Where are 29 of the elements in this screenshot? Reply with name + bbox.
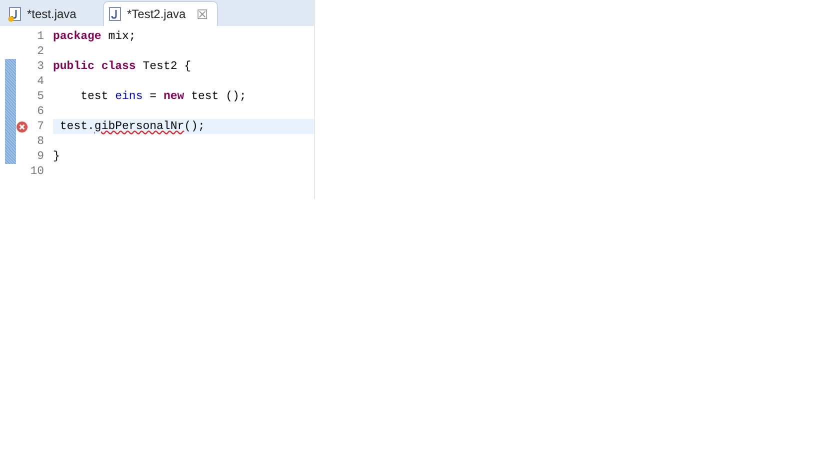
line-number: 6: [36, 105, 44, 118]
java-file-icon: [8, 6, 22, 22]
code-text: }: [53, 150, 60, 163]
line-number: 7: [36, 120, 44, 133]
code-text: test.: [58, 120, 94, 133]
line-number: 4: [36, 75, 44, 88]
code-text: ();: [184, 120, 205, 133]
line-number: 2: [36, 45, 44, 58]
line-number: 8: [36, 135, 44, 148]
line-number: 10: [29, 165, 44, 178]
keyword: new: [163, 90, 184, 103]
code-text: mix;: [107, 30, 136, 43]
error-text: gibPersonalNr: [94, 120, 184, 133]
code-text: test ();: [190, 90, 246, 103]
java-file-icon: [108, 6, 122, 22]
keyword: class: [100, 60, 136, 73]
line-number: 1: [36, 30, 44, 43]
code-text: test: [80, 90, 110, 103]
line-number: 5: [36, 90, 44, 103]
keyword: public: [53, 60, 94, 73]
editor-tab[interactable]: *test.java: [4, 2, 100, 26]
code-text: =: [148, 90, 158, 103]
close-icon[interactable]: ☒: [196, 6, 209, 22]
editor-tab[interactable]: *Test2.java ☒: [103, 1, 218, 26]
line-number: 3: [36, 60, 44, 73]
line-number: 9: [36, 150, 44, 163]
keyword: package: [53, 30, 102, 43]
field-name: eins: [115, 90, 143, 103]
code-text: Test2 {: [142, 60, 192, 73]
